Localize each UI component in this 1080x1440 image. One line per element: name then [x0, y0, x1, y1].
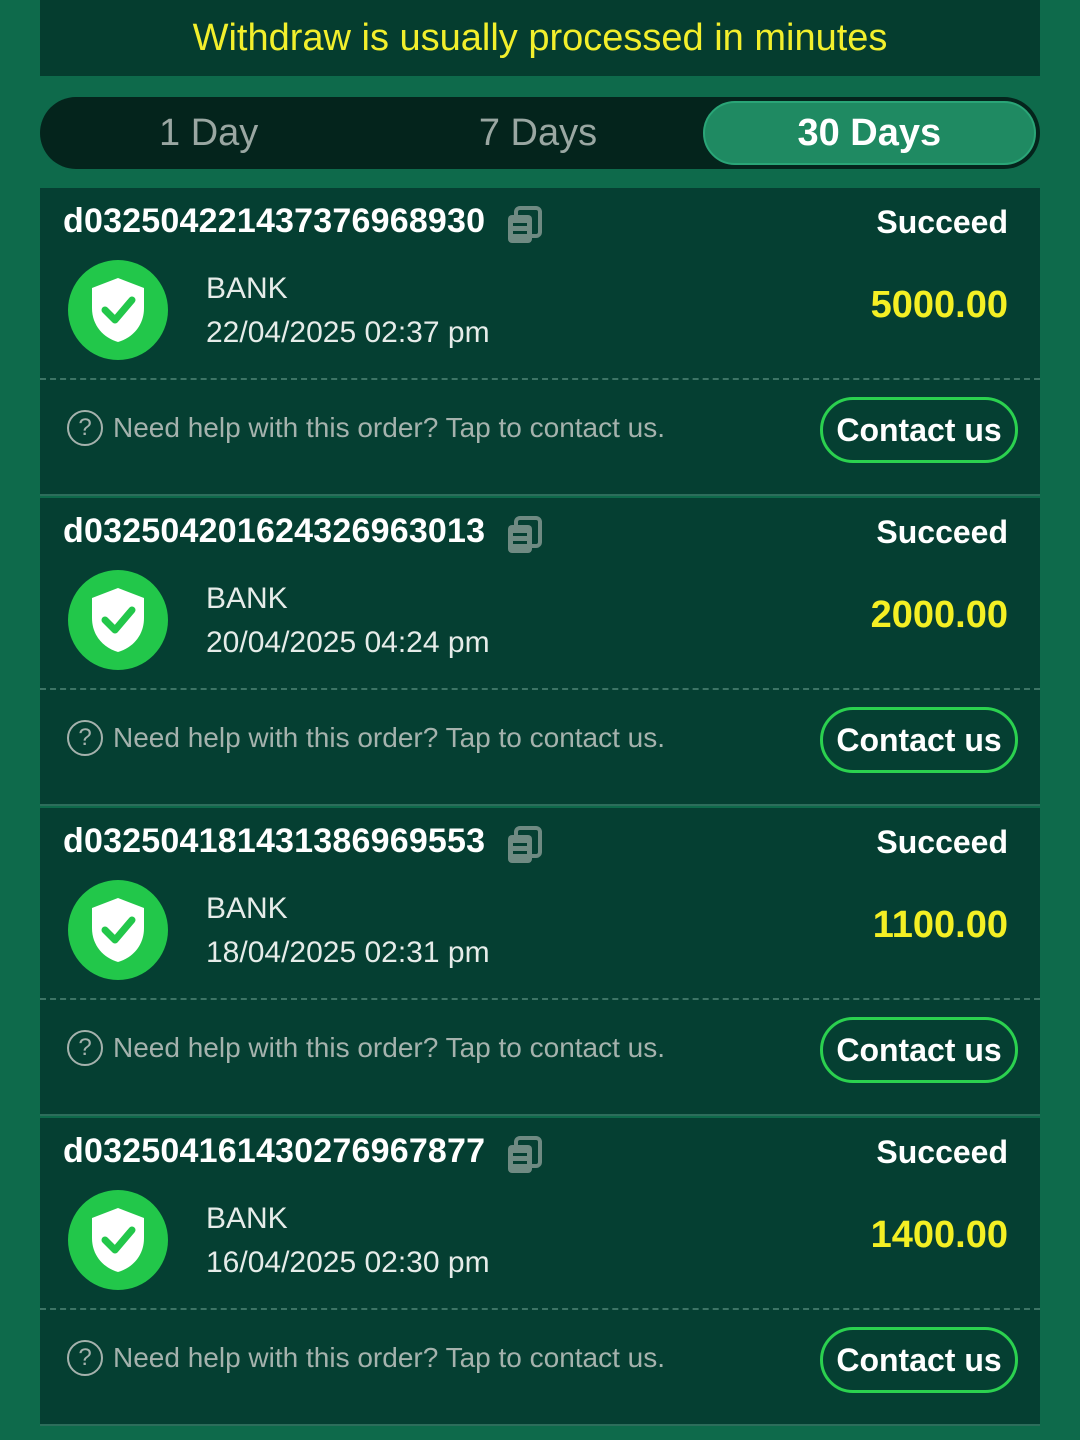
order-list: d03250422143737696893​0 Succeed BANK 22/… — [40, 188, 1040, 1428]
help-prompt[interactable]: ? Need help with this order? Tap to cont… — [67, 1340, 665, 1376]
order-card: d032504181431386969553 Succeed BANK 18/0… — [40, 808, 1040, 1116]
dashed-divider — [40, 688, 1040, 690]
order-id: d032504201624326963013 — [63, 512, 486, 550]
withdraw-history-screen: Withdraw is usually processed in minutes… — [0, 0, 1080, 1440]
copy-icon[interactable] — [504, 824, 546, 866]
order-datetime: 20/04/2025 04:24 pm — [206, 626, 490, 659]
help-text: Need help with this order? Tap to contac… — [113, 1342, 666, 1373]
help-text: Need help with this order? Tap to contac… — [113, 412, 666, 443]
payment-method: BANK — [206, 1202, 288, 1235]
help-prompt[interactable]: ? Need help with this order? Tap to cont… — [67, 720, 665, 756]
status-badge: Succeed — [876, 514, 1008, 550]
dashed-divider — [40, 1308, 1040, 1310]
status-badge: Succeed — [876, 1134, 1008, 1170]
tab-1-day[interactable]: 1 Day — [44, 101, 373, 165]
help-prompt[interactable]: ? Need help with this order? Tap to cont… — [67, 410, 665, 446]
order-id: d032504181431386969553 — [63, 822, 486, 860]
order-amount: 1400.00 — [870, 1214, 1008, 1256]
copy-icon[interactable] — [504, 514, 546, 556]
shield-check-icon — [68, 880, 168, 980]
shield-check-icon — [68, 260, 168, 360]
order-card: d032504201624326963013 Succeed BANK 20/0… — [40, 498, 1040, 806]
shield-check-icon — [68, 1190, 168, 1290]
contact-us-button[interactable]: Contact us — [820, 1017, 1018, 1083]
help-text: Need help with this order? Tap to contac… — [113, 1032, 666, 1063]
contact-us-button[interactable]: Contact us — [820, 397, 1018, 463]
order-card: d032504161430276967877 Succeed BANK 16/0… — [40, 1118, 1040, 1426]
order-datetime: 22/04/2025 02:37 pm — [206, 316, 490, 349]
copy-icon[interactable] — [504, 1134, 546, 1176]
dashed-divider — [40, 378, 1040, 380]
contact-us-button[interactable]: Contact us — [820, 707, 1018, 773]
order-amount: 5000.00 — [870, 284, 1008, 326]
tab-30-days[interactable]: 30 Days — [702, 101, 1036, 165]
tab-7-days[interactable]: 7 Days — [373, 101, 702, 165]
payment-method: BANK — [206, 272, 288, 305]
processing-notice: Withdraw is usually processed in minutes — [40, 0, 1040, 76]
help-text: Need help with this order? Tap to contac… — [113, 722, 666, 753]
payment-method: BANK — [206, 582, 288, 615]
payment-method: BANK — [206, 892, 288, 925]
copy-icon[interactable] — [504, 204, 546, 246]
order-datetime: 16/04/2025 02:30 pm — [206, 1246, 490, 1279]
notice-text: Withdraw is usually processed in minutes — [192, 16, 888, 59]
order-card: d03250422143737696893​0 Succeed BANK 22/… — [40, 188, 1040, 496]
order-amount: 1100.00 — [872, 904, 1008, 946]
status-badge: Succeed — [876, 824, 1008, 860]
order-datetime: 18/04/2025 02:31 pm — [206, 936, 490, 969]
help-circle-icon: ? — [67, 1340, 103, 1376]
order-id: d032504161430276967877 — [63, 1132, 486, 1170]
period-tabs: 1 Day 7 Days 30 Days — [40, 97, 1040, 169]
dashed-divider — [40, 998, 1040, 1000]
help-circle-icon: ? — [67, 720, 103, 756]
help-circle-icon: ? — [67, 1030, 103, 1066]
order-id: d03250422143737696893​0 — [63, 202, 486, 240]
help-circle-icon: ? — [67, 410, 103, 446]
contact-us-button[interactable]: Contact us — [820, 1327, 1018, 1393]
shield-check-icon — [68, 570, 168, 670]
status-badge: Succeed — [876, 204, 1008, 240]
help-prompt[interactable]: ? Need help with this order? Tap to cont… — [67, 1030, 665, 1066]
order-amount: 2000.00 — [870, 594, 1008, 636]
